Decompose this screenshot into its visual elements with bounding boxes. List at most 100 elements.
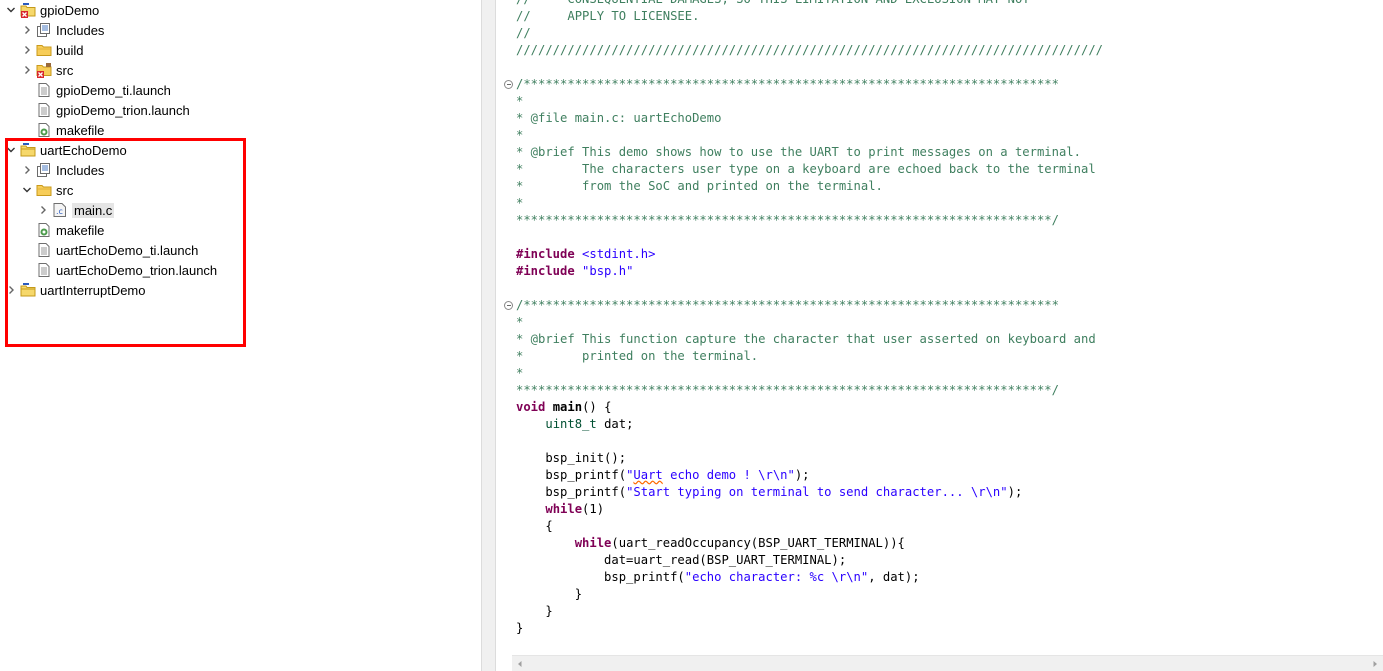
code-line: }: [516, 586, 582, 603]
code-token: (uart_readOccupancy(BSP_UART_TERMINAL)){: [611, 536, 905, 550]
code-line: *: [516, 195, 523, 212]
code-token: *: [516, 94, 524, 108]
code-line: bsp_printf("echo character: %c \r\n", da…: [516, 569, 920, 586]
code-line: void main() {: [516, 399, 611, 416]
code-token: *: [516, 366, 524, 380]
code-line: * The characters user type on a keyboard…: [516, 161, 1096, 178]
code-line: {: [516, 518, 553, 535]
source-folder-error-icon: [36, 62, 52, 78]
tree-item-includes[interactable]: Includes: [21, 20, 104, 40]
tree-item-label: gpioDemo_trion.launch: [56, 102, 190, 118]
code-token: {: [516, 519, 553, 533]
tree-item-src[interactable]: src: [21, 60, 73, 80]
code-token: while: [574, 536, 612, 550]
code-token: *: [516, 196, 524, 210]
code-token: * @brief This function capture the chara…: [516, 332, 1096, 346]
tree-item-label: makefile: [56, 122, 105, 138]
chevron-right-icon[interactable]: [21, 40, 33, 60]
editor-horizontal-scrollbar[interactable]: [512, 655, 1383, 671]
code-line: while(uart_readOccupancy(BSP_UART_TERMIN…: [516, 535, 905, 552]
code-token: // CONSEQUENTIAL DAMAGES, SO THIS LIMITA…: [516, 0, 1030, 6]
scroll-right-icon[interactable]: [1367, 656, 1383, 671]
code-line: ****************************************…: [516, 382, 1059, 399]
code-line: /***************************************…: [516, 297, 1059, 314]
code-line: uint8_t dat;: [516, 416, 633, 433]
code-token: main: [552, 400, 583, 414]
code-token: bsp_printf(: [516, 468, 627, 482]
fold-collapse-icon[interactable]: [504, 301, 513, 310]
file-icon: [36, 82, 52, 98]
code-token: ****************************************…: [516, 213, 1059, 227]
code-token: ////////////////////////////////////////…: [516, 43, 1103, 57]
code-token: echo demo ! \r\n": [662, 468, 795, 482]
code-token: dat=uart_read(BSP_UART_TERMINAL);: [516, 553, 847, 567]
code-token: (1): [582, 502, 605, 516]
code-token: /***************************************…: [516, 298, 1059, 312]
code-token: () {: [582, 400, 612, 414]
tree-item-gpiodemo[interactable]: gpioDemo: [5, 0, 99, 20]
code-token: // APPLY TO LICENSEE.: [516, 9, 700, 23]
code-line: // APPLY TO LICENSEE.: [516, 8, 699, 25]
code-line: * from the SoC and printed on the termin…: [516, 178, 883, 195]
folder-icon: [36, 42, 52, 58]
code-token: void: [516, 400, 546, 414]
code-line: #include <stdint.h>: [516, 246, 655, 263]
chevron-right-icon[interactable]: [21, 60, 33, 80]
tree-item-label: Includes: [56, 22, 105, 38]
ide-window: gpioDemo Includes build src gpioDemo_ti.laun…: [0, 0, 1383, 671]
code-token: uint8_t: [545, 417, 597, 431]
tree-item-label: gpioDemo: [40, 2, 100, 18]
code-line: dat=uart_read(BSP_UART_TERMINAL);: [516, 552, 846, 569]
chevron-right-icon[interactable]: [21, 20, 33, 40]
code-line: * printed on the terminal.: [516, 348, 758, 365]
code-line: bsp_printf("Start typing on terminal to …: [516, 484, 1022, 501]
code-line: ****************************************…: [516, 212, 1059, 229]
chevron-down-icon[interactable]: [5, 0, 17, 20]
code-line: *: [516, 314, 523, 331]
code-token: bsp_printf(: [516, 570, 685, 584]
file-icon: [36, 102, 52, 118]
code-token: Uart: [633, 468, 663, 482]
makefile-icon: [36, 122, 52, 138]
code-token: * @brief This demo shows how to use the …: [516, 145, 1081, 159]
tree-item-gpiodemo-ti-launch[interactable]: gpioDemo_ti.launch: [21, 80, 171, 100]
code-line: bsp_printf("Uart echo demo ! \r\n");: [516, 467, 810, 484]
code-line: *: [516, 365, 523, 382]
code-token: while: [545, 502, 583, 516]
code-token: bsp_printf(: [516, 485, 627, 499]
tree-item-gpiodemo-trion-launch[interactable]: gpioDemo_trion.launch: [21, 100, 190, 120]
code-token: #include: [516, 264, 575, 278]
code-token: );: [794, 468, 810, 482]
code-token: *: [516, 128, 524, 142]
code-line: #include "bsp.h": [516, 263, 633, 280]
scroll-left-icon[interactable]: [512, 656, 528, 671]
code-editor[interactable]: // CONSEQUENTIAL DAMAGES, SO THIS LIMITA…: [496, 0, 1383, 655]
code-line: *: [516, 93, 523, 110]
tree-item-makefile[interactable]: makefile: [21, 120, 104, 140]
code-token: //: [516, 26, 531, 40]
fold-collapse-icon[interactable]: [504, 80, 513, 89]
code-line: while(1): [516, 501, 604, 518]
tree-item-label: build: [56, 42, 84, 58]
project-error-icon: [20, 2, 36, 18]
code-line: * @file main.c: uartEchoDemo: [516, 110, 721, 127]
tree-item-build[interactable]: build: [21, 40, 83, 60]
code-line: }: [516, 603, 552, 620]
code-line: // CONSEQUENTIAL DAMAGES, SO THIS LIMITA…: [516, 0, 1030, 8]
code-line: * @brief This function capture the chara…: [516, 331, 1096, 348]
code-line: ////////////////////////////////////////…: [516, 42, 1103, 59]
code-line: bsp_init();: [516, 450, 626, 467]
code-token: /***************************************…: [516, 77, 1059, 91]
pane-splitter[interactable]: [481, 0, 496, 671]
code-token: <stdint.h>: [582, 247, 656, 261]
code-token: #include: [516, 247, 575, 261]
code-token: * printed on the terminal.: [516, 349, 759, 363]
